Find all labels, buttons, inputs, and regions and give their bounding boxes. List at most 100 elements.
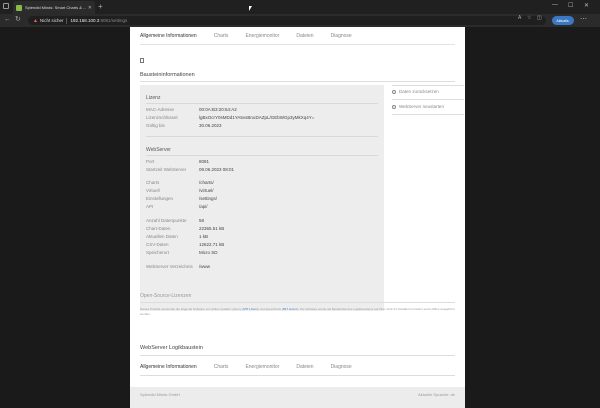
oss-divider bbox=[140, 302, 455, 303]
page-footer: Splendid Minds GmbH Aktuelle Sprache: de bbox=[130, 387, 465, 408]
reset-data-label: Daten zurücksetzen bbox=[399, 89, 439, 94]
security-status: Nicht sicher bbox=[39, 18, 64, 23]
side-divider bbox=[392, 114, 464, 115]
language-indicator[interactable]: Aktuelle Sprache: de bbox=[418, 392, 455, 397]
minimize-icon[interactable]: — bbox=[552, 2, 558, 8]
mac-label: MAC-Adresse bbox=[146, 107, 175, 112]
mac-value: 00:0A:B3:20:64:A2 bbox=[199, 107, 237, 112]
oss-licenses-text: Dieses Produkt verwendet die folgende So… bbox=[140, 307, 455, 317]
csv-data-value: 12622.71 kB bbox=[199, 242, 225, 247]
tab-title: Splendid Minds: Smart Charts & ... bbox=[25, 5, 86, 10]
favorite-star-icon[interactable]: ☆ bbox=[527, 15, 531, 21]
page-margin-right bbox=[465, 27, 600, 408]
license-key-label: Lizenzschlüssel bbox=[146, 115, 178, 120]
more-options-icon[interactable]: ⋯ bbox=[580, 15, 587, 23]
footer-tab-diagnose[interactable]: Diagnose bbox=[331, 364, 352, 370]
apexcharts-license-link[interactable]: MIT Lizenz bbox=[283, 307, 298, 311]
tab-energy-monitor[interactable]: Energiemonitor bbox=[245, 33, 279, 39]
oss-licenses-title: Open-Source-Lizenzen bbox=[140, 293, 192, 299]
charts-path-value: /charts/ bbox=[199, 180, 214, 185]
datapoints-value: 58 bbox=[199, 218, 205, 223]
port-value: 8081 bbox=[199, 159, 210, 164]
main-nav: Allgemeine Informationen Charts Energiem… bbox=[140, 33, 369, 39]
update-button[interactable]: Aktualis. bbox=[552, 16, 574, 25]
storage-label: Speicherort bbox=[146, 250, 170, 255]
url-path: :8081/settings bbox=[99, 18, 128, 23]
api-path-label: API bbox=[146, 204, 154, 209]
webserver-dir-label: WebServer Verzeichnis bbox=[146, 264, 193, 269]
close-icon[interactable]: ✕ bbox=[88, 5, 92, 11]
reset-data-button[interactable]: Daten zurücksetzen bbox=[392, 89, 439, 94]
license-divider bbox=[146, 103, 378, 104]
footer-nav: Allgemeine Informationen Charts Energiem… bbox=[140, 364, 369, 370]
favicon-icon bbox=[16, 4, 22, 11]
nav-divider bbox=[140, 44, 455, 45]
read-aloud-icon[interactable]: A bbox=[518, 15, 521, 21]
extensions-icon[interactable]: ◫ bbox=[537, 15, 542, 21]
start-time-value: 08.06.2023 08:01 bbox=[199, 167, 235, 172]
address-separator bbox=[66, 17, 68, 24]
scrollbar[interactable] bbox=[594, 27, 600, 408]
oss-text-b: ) und ApexCharts ( bbox=[257, 307, 283, 311]
company-name: Splendid Minds GmbH bbox=[140, 392, 181, 397]
license-key-value: lgBxOcrY0sMDd1YA5vsBnoDAZpL/GEbWGp3yMkXq… bbox=[199, 115, 315, 120]
chart-data-value: 22365.51 kB bbox=[199, 226, 225, 231]
browser-tab-bar: Splendid Minds: Smart Charts & ... ✕ + —… bbox=[0, 0, 600, 14]
info-panel: Lizenz MAC-Adresse 00:0A:B3:20:64:A2 Liz… bbox=[140, 85, 384, 311]
start-time-label: Startzeit WebServer bbox=[146, 167, 187, 172]
side-divider bbox=[392, 85, 464, 86]
section-divider bbox=[140, 81, 455, 82]
valid-until-value: 30.06.2023 bbox=[199, 123, 222, 128]
api-path-value: /api/ bbox=[199, 204, 208, 209]
logik-divider bbox=[140, 355, 455, 356]
document-icon[interactable] bbox=[140, 58, 144, 63]
oss-text-a: Dieses Produkt verwendet die folgende So… bbox=[140, 307, 244, 311]
virtual-path-label: Virtuell bbox=[146, 188, 160, 193]
back-icon[interactable]: ← bbox=[4, 15, 11, 25]
settings-path-value: /settings/ bbox=[199, 196, 218, 201]
new-tab-icon[interactable]: + bbox=[98, 2, 103, 11]
webserver-title: WebServer bbox=[146, 147, 171, 153]
tab-general-info[interactable]: Allgemeine Informationen bbox=[140, 33, 197, 39]
jquery-license-link[interactable]: MIT Lizenz bbox=[243, 307, 258, 311]
current-data-label: Aktuellen Daten bbox=[146, 234, 178, 239]
settings-path-label: Einstellungen bbox=[146, 196, 174, 201]
footer-tab-charts[interactable]: Charts bbox=[214, 364, 229, 370]
current-data-value: 1 kB bbox=[199, 234, 209, 239]
tab-charts[interactable]: Charts bbox=[214, 33, 229, 39]
chart-data-label: Chart-Daten bbox=[146, 226, 171, 231]
license-title: Lizenz bbox=[146, 95, 161, 101]
csv-data-label: CSV-Daten bbox=[146, 242, 169, 247]
virtual-path-value: /virtuel/ bbox=[199, 188, 214, 193]
browser-toolbar: ← ↻ ▲ Nicht sicher 192.168.100.3 :8081/s… bbox=[0, 14, 600, 27]
webserver-dir-value: /www bbox=[199, 264, 210, 269]
url-host: 192.168.100.3 bbox=[70, 18, 100, 23]
restart-webserver-label: WebServer neustarten bbox=[399, 104, 444, 109]
restart-webserver-button[interactable]: WebServer neustarten bbox=[392, 104, 444, 109]
logikbaustein-title: WebServer Logikbaustein bbox=[140, 345, 203, 351]
address-bar[interactable]: ▲ Nicht sicher 192.168.100.3 :8081/setti… bbox=[28, 16, 546, 25]
side-divider bbox=[392, 99, 464, 100]
storage-value: Micro SD bbox=[199, 250, 218, 255]
footer-tab-files[interactable]: Dateien bbox=[296, 364, 313, 370]
mouse-cursor-icon bbox=[249, 6, 252, 11]
footer-nav-divider bbox=[140, 375, 455, 376]
window-close-icon[interactable]: ✕ bbox=[584, 2, 589, 9]
footer-tab-energy-monitor[interactable]: Energiemonitor bbox=[245, 364, 279, 370]
tab-diagnose[interactable]: Diagnose bbox=[331, 33, 352, 39]
reload-icon[interactable]: ↻ bbox=[15, 15, 21, 25]
tab-actions-icon[interactable] bbox=[3, 3, 9, 9]
maximize-icon[interactable]: ☐ bbox=[568, 2, 573, 9]
warning-icon: ▲ bbox=[33, 17, 38, 24]
section-title-baustein: Baustein­informationen bbox=[140, 72, 195, 78]
valid-until-label: Gültig bis bbox=[146, 123, 165, 128]
tab-files[interactable]: Dateien bbox=[296, 33, 313, 39]
reset-icon bbox=[392, 89, 396, 94]
footer-tab-general-info[interactable]: Allgemeine Informationen bbox=[140, 364, 197, 370]
charts-path-label: Charts bbox=[146, 180, 160, 185]
webserver-divider bbox=[146, 155, 378, 156]
datapoints-label: Anzahl Datenpunkte bbox=[146, 218, 187, 223]
panel-divider bbox=[146, 136, 378, 137]
settings-page: Allgemeine Informationen Charts Energiem… bbox=[130, 27, 465, 408]
browser-tab[interactable]: Splendid Minds: Smart Charts & ... ✕ bbox=[13, 1, 95, 14]
